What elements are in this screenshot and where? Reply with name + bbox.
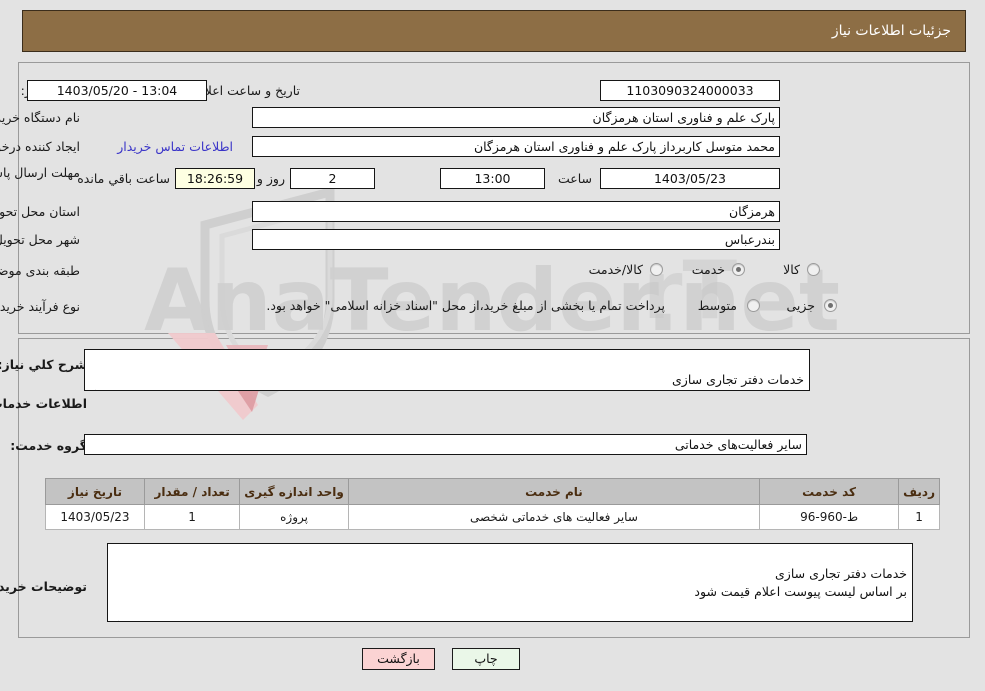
page-title: جزئیات اطلاعات نیاز	[831, 23, 951, 39]
requester-label: ایجاد کننده درخواست:	[0, 139, 80, 154]
cell-service-name: سایر فعالیت های خدماتی شخصی	[347, 504, 761, 530]
service-group-label: گروه خدمت:	[10, 438, 87, 453]
buyer-notes-value[interactable]: خدمات دفتر تجاری سازی بر اساس لیست پیوست…	[107, 543, 913, 622]
category-radio-khedmat[interactable]	[732, 263, 745, 276]
delivery-province-label: استان محل تحویل:	[0, 204, 80, 219]
process-label-motavaset[interactable]: متوسط	[698, 298, 737, 315]
th-unit: واحد اندازه گیری	[239, 478, 349, 505]
delivery-city-label: شهر محل تحویل:	[0, 232, 80, 247]
page-header: جزئیات اطلاعات نیاز	[22, 10, 966, 52]
th-service-name: نام خدمت	[347, 478, 761, 505]
need-number-value: 1103090324000033	[600, 80, 780, 101]
cell-unit: پروژه	[239, 504, 349, 530]
delivery-city-value: بندرعباس	[252, 229, 780, 250]
buyer-notes-text: خدمات دفتر تجاری سازی بر اساس لیست پیوست…	[694, 566, 907, 600]
service-group-value: سایر فعالیت‌های خدماتی	[84, 434, 807, 455]
resize-grip-icon-notes[interactable]	[110, 610, 120, 621]
payment-note-text: پرداخت تمام یا بخشی از مبلغ خرید،از محل …	[266, 298, 665, 313]
general-description-text: خدمات دفتر تجاری سازی بر اساس لیست پیوست…	[672, 372, 804, 388]
category-label-kala-khedmat[interactable]: کالا/خدمت	[589, 262, 643, 279]
cell-service-code: ط-960-96	[759, 504, 900, 530]
resize-grip-icon[interactable]	[87, 379, 97, 390]
services-table: ردیف کد خدمت نام خدمت واحد اندازه گیری ت…	[45, 478, 940, 530]
general-description-value[interactable]: خدمات دفتر تجاری سازی بر اساس لیست پیوست…	[84, 349, 810, 391]
category-radio-kala-khedmat[interactable]	[650, 263, 663, 276]
back-button[interactable]: بازگشت	[362, 648, 435, 670]
countdown-value: 18:26:59	[175, 168, 255, 189]
print-button[interactable]: چاپ	[452, 648, 520, 670]
services-section-title: اطلاعات خدمات مورد نیاز	[0, 396, 87, 411]
countdown-label: ساعت باقي مانده	[77, 171, 170, 186]
th-service-code: کد خدمت	[759, 478, 900, 505]
cell-row-no: 1	[898, 504, 940, 530]
process-radio-motavaset[interactable]	[747, 299, 760, 312]
cell-need-date: 1403/05/23	[45, 504, 145, 530]
general-description-label: شرح کلي نیاز:	[0, 357, 87, 372]
buyer-notes-label: توضیحات خریدار:	[0, 579, 87, 594]
deadline-label: مهلت ارسال پاسخ: تا تاریخ:	[0, 165, 80, 180]
table-header-row: ردیف کد خدمت نام خدمت واحد اندازه گیری ت…	[45, 478, 940, 505]
process-label-jozei[interactable]: جزیی	[786, 298, 815, 315]
public-announcement-value: 1403/05/20 - 13:04	[27, 80, 207, 101]
deadline-time-value: 13:00	[440, 168, 545, 189]
category-radio-kala[interactable]	[807, 263, 820, 276]
deadline-date-value: 1403/05/23	[600, 168, 780, 189]
process-radio-jozei[interactable]	[824, 299, 837, 312]
category-label-khedmat[interactable]: خدمت	[692, 262, 725, 279]
subject-category-label: طبقه بندی موضوعی:	[0, 263, 80, 278]
th-row-no: ردیف	[898, 478, 940, 505]
deadline-time-label: ساعت	[557, 171, 592, 186]
buyer-organization-label: نام دستگاه خریدار:	[0, 110, 80, 125]
requester-value: محمد متوسل کاربرداز پارک علم و فناوری اس…	[252, 136, 780, 157]
category-label-kala[interactable]: کالا	[783, 262, 800, 279]
delivery-province-value: هرمزگان	[252, 201, 780, 222]
cell-quantity: 1	[143, 504, 241, 530]
remaining-days-value: 2	[290, 168, 375, 189]
purchase-process-label: نوع فرآیند خرید :	[0, 299, 80, 314]
need-info-panel	[18, 62, 970, 334]
th-quantity: تعداد / مقدار	[143, 478, 241, 505]
buyer-contact-info-link[interactable]: اطلاعات تماس خریدار	[117, 139, 233, 154]
buyer-organization-value: پارک علم و فناوری استان هرمزگان	[252, 107, 780, 128]
remaining-days-label: روز و	[256, 171, 285, 186]
table-row: 1 ط-960-96 سایر فعالیت های خدماتی شخصی پ…	[45, 504, 940, 530]
th-need-date: تاریخ نیاز	[45, 478, 145, 505]
page-root: AnaTender.net rT جزئیات اطلاعات نیاز شما…	[0, 0, 985, 691]
